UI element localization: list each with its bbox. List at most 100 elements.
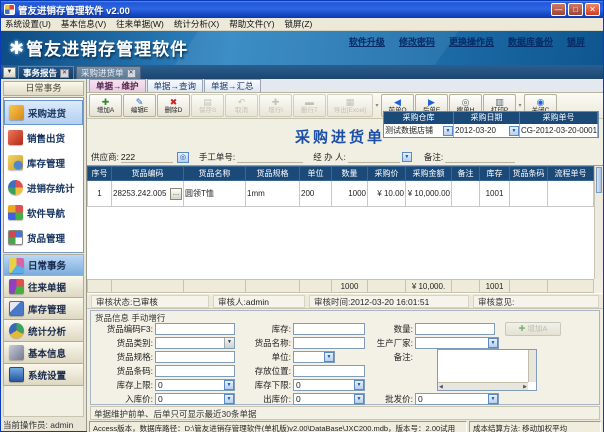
chevron-down-icon[interactable]: ▼ bbox=[224, 380, 234, 390]
wholesale-combo[interactable]: 0▼ bbox=[415, 393, 499, 405]
cancel-button[interactable]: ↶ 取消 bbox=[225, 94, 258, 117]
scrollbar-thumb[interactable] bbox=[596, 167, 602, 193]
subtab-summary[interactable]: 单据→汇总 bbox=[204, 79, 261, 92]
menu-lock[interactable]: 锁屏(Z) bbox=[285, 18, 313, 30]
chevron-down-icon[interactable]: ▼ bbox=[509, 126, 519, 136]
supplier-search-icon[interactable]: ◎ bbox=[177, 152, 189, 163]
manual-remark-textarea[interactable]: ◀▶ bbox=[437, 349, 537, 391]
tab-list-dropdown[interactable]: ▼ bbox=[3, 67, 16, 78]
location-field[interactable] bbox=[293, 365, 365, 377]
code-field[interactable] bbox=[155, 323, 235, 335]
subtab-query[interactable]: 单据→查询 bbox=[147, 79, 204, 92]
maximize-button[interactable]: □ bbox=[568, 3, 583, 16]
table-row[interactable]: 1 28253.242.005 … 圆领T恤 1mm 200 1000 ¥ 10… bbox=[88, 181, 594, 207]
sidebar-group-analysis[interactable]: 统计分析 bbox=[3, 320, 84, 342]
sidebar-item-sales[interactable]: 销售出货 bbox=[4, 125, 83, 150]
col-flow: 流程单号 bbox=[548, 167, 594, 181]
textarea-horizontal-scrollbar[interactable]: ◀▶ bbox=[438, 382, 528, 390]
agent-input[interactable] bbox=[348, 152, 400, 163]
delete-button[interactable]: ✖ 删除D bbox=[157, 94, 190, 117]
unit-combo[interactable]: ▼ bbox=[293, 351, 335, 363]
toolbar-more-caret[interactable]: ▾ bbox=[374, 102, 380, 109]
tab-close-icon[interactable]: ✕ bbox=[60, 69, 69, 78]
name-field[interactable] bbox=[293, 337, 365, 349]
add-button[interactable]: ✚ 增加A bbox=[89, 94, 122, 117]
save-button[interactable]: ▤ 保存S bbox=[191, 94, 224, 117]
in-price-combo[interactable]: 0▼ bbox=[155, 393, 235, 405]
chevron-down-icon[interactable]: ▼ bbox=[488, 394, 498, 404]
agent-dropdown-icon[interactable]: ▼ bbox=[402, 152, 412, 162]
add-row-button[interactable]: ✚ 增行I bbox=[259, 94, 292, 117]
hint-bar: 单据维护前单、后单只可显示最近30条单据 bbox=[90, 406, 600, 420]
col-price: 采购价 bbox=[368, 167, 406, 181]
app-icon bbox=[4, 4, 15, 15]
sidebar-group-basic[interactable]: 基本信息 bbox=[3, 342, 84, 364]
tab-purchase-order[interactable]: 采购进货单 ✕ bbox=[76, 66, 141, 79]
menu-statistics[interactable]: 统计分析(X) bbox=[174, 18, 219, 30]
wholesale-label: 批发价: bbox=[365, 393, 415, 405]
menu-basic-info[interactable]: 基本信息(V) bbox=[61, 18, 106, 30]
grid-vertical-scrollbar[interactable] bbox=[594, 166, 603, 279]
tab-transaction-report[interactable]: 事务报告 ✕ bbox=[18, 66, 74, 79]
window-title: 管友进销存管理软件 v2.00 bbox=[18, 3, 551, 17]
stock-field[interactable] bbox=[293, 323, 365, 335]
close-button[interactable]: ✕ bbox=[585, 3, 600, 16]
textarea-vertical-scrollbar[interactable] bbox=[528, 350, 536, 382]
chevron-down-icon[interactable]: ▼ bbox=[224, 394, 234, 404]
spec-field[interactable] bbox=[155, 351, 235, 363]
sidebar-group-bills[interactable]: 往来单据 bbox=[3, 276, 84, 298]
cell-remark bbox=[452, 181, 480, 207]
remark-input[interactable] bbox=[445, 152, 515, 163]
link-database-backup[interactable]: 数据库备份 bbox=[508, 35, 553, 48]
main-content: 单据→维护 单据→查询 单据→汇总 ✚ 增加A ✎ 编辑E ✖ 删除D bbox=[87, 79, 603, 431]
menu-bar: 系统设置(U) 基本信息(V) 往来单据(W) 统计分析(X) 帮助文件(Y) … bbox=[1, 18, 603, 31]
sidebar-group-inventory[interactable]: 库存管理 bbox=[3, 298, 84, 320]
link-change-operator[interactable]: 更换操作员 bbox=[449, 35, 494, 48]
sidebar-item-navigation[interactable]: 软件导航 bbox=[4, 200, 83, 225]
qty-field[interactable] bbox=[415, 323, 495, 335]
link-software-upgrade[interactable]: 软件升级 bbox=[349, 35, 385, 48]
sidebar-item-purchase[interactable]: 采购进货 bbox=[4, 100, 83, 125]
category-select[interactable]: ▼ bbox=[155, 337, 235, 349]
out-price-combo[interactable]: 0▼ bbox=[293, 393, 365, 405]
tab-close-icon[interactable]: ✕ bbox=[127, 69, 136, 78]
warehouse-combo[interactable]: 测试数据店铺 ▼ bbox=[384, 124, 454, 137]
sidebar-item-statistics[interactable]: 进销存统计 bbox=[4, 175, 83, 200]
chevron-down-icon[interactable]: ▼ bbox=[354, 380, 364, 390]
chevron-down-icon[interactable]: ▼ bbox=[354, 394, 364, 404]
manual-no-input[interactable] bbox=[237, 152, 303, 163]
button-label: 导出[Excel] bbox=[334, 107, 367, 114]
edit-button[interactable]: ✎ 编辑E bbox=[123, 94, 156, 117]
print-dropdown-caret[interactable]: ▾ bbox=[517, 102, 523, 109]
sidebar-group-system[interactable]: 系统设置 bbox=[3, 364, 84, 386]
chevron-down-icon[interactable]: ▼ bbox=[488, 338, 498, 348]
link-change-password[interactable]: 修改密码 bbox=[399, 35, 435, 48]
button-label: 增行I bbox=[268, 107, 283, 114]
col-code: 货品编码 bbox=[112, 167, 184, 181]
menu-documents[interactable]: 往来单据(W) bbox=[116, 18, 164, 30]
menu-help[interactable]: 帮助文件(Y) bbox=[229, 18, 274, 30]
current-operator: 当前操作员: admin bbox=[1, 417, 86, 431]
sidebar-item-inventory[interactable]: 库存管理 bbox=[4, 150, 83, 175]
subtab-maintain[interactable]: 单据→维护 bbox=[89, 79, 146, 92]
delete-row-button[interactable]: ▬ 删行T bbox=[293, 94, 326, 117]
code-lookup-button[interactable]: … bbox=[170, 188, 182, 200]
barcode-field[interactable] bbox=[155, 365, 235, 377]
chevron-down-icon[interactable]: ▼ bbox=[443, 126, 453, 136]
export-excel-button[interactable]: ▦ 导出[Excel] bbox=[327, 94, 373, 117]
menu-system-settings[interactable]: 系统设置(U) bbox=[5, 18, 51, 30]
sidebar-group-daily[interactable]: 日常事务 bbox=[3, 254, 84, 276]
stock-upper-combo[interactable]: 0▼ bbox=[155, 379, 235, 391]
maker-combo[interactable]: ▼ bbox=[415, 337, 499, 349]
date-combo[interactable]: 2012-03-20 ▼ bbox=[454, 124, 520, 137]
supplier-input[interactable]: 222 bbox=[121, 152, 173, 163]
cell-code[interactable]: 28253.242.005 … bbox=[112, 181, 184, 207]
stock-lower-combo[interactable]: 0▼ bbox=[293, 379, 365, 391]
link-lock-screen[interactable]: 锁屏 bbox=[567, 35, 585, 48]
chevron-down-icon[interactable]: ▼ bbox=[224, 338, 234, 348]
manual-add-button[interactable]: ✚ 增加A bbox=[505, 322, 561, 336]
chevron-down-icon[interactable]: ▼ bbox=[324, 352, 334, 362]
sidebar-item-goods[interactable]: 货品管理 bbox=[4, 225, 83, 250]
auditor-value: admin bbox=[246, 297, 269, 307]
minimize-button[interactable]: — bbox=[551, 3, 566, 16]
